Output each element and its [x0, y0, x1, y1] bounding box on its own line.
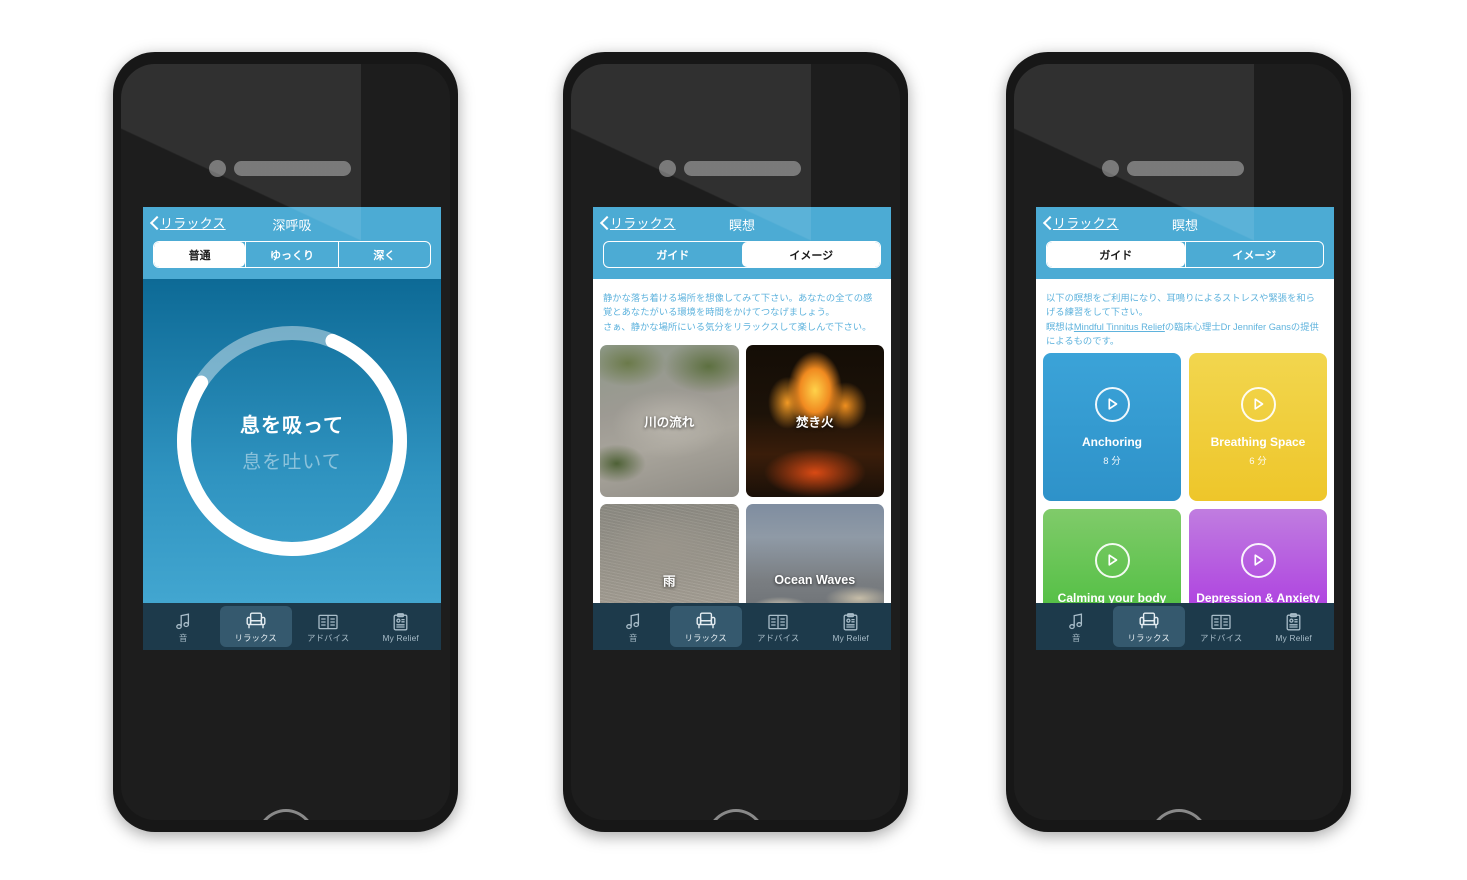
card-breathing-space[interactable]: Breathing Space 6 分 [1189, 353, 1327, 501]
tile-label: Ocean Waves [774, 573, 856, 587]
tab-relax-label: リラックス [1127, 632, 1170, 643]
tab-sounds[interactable]: 音 [597, 606, 670, 647]
card-duration: 6 分 [1249, 456, 1267, 468]
tile-river[interactable]: 川の流れ [600, 345, 739, 497]
bottom-tab-bar: 音 リラックス アドバイス My Relief [593, 603, 891, 650]
navigation-bar: リラックス 瞑想 ガイド イメージ [1036, 207, 1334, 279]
armchair-icon [696, 610, 716, 630]
description-text: 静かな落ち着ける場所を想像してみて下さい。あなたの全ての感覚とあなたがいる環境を… [593, 279, 891, 335]
play-icon [1094, 386, 1130, 422]
segment-normal[interactable]: 普通 [154, 242, 246, 267]
inhale-label: 息を吸って [240, 414, 344, 437]
tab-sounds[interactable]: 音 [147, 606, 220, 647]
clipboard-icon [393, 611, 408, 631]
tab-my-relief-label: My Relief [1275, 632, 1312, 643]
play-icon [1240, 386, 1276, 422]
breathing-canvas[interactable]: 息を吸って 息を吐いて [143, 279, 441, 603]
tile-label: 焚き火 [795, 415, 834, 430]
tile-label: 川の流れ [644, 415, 695, 430]
tile-label: 雨 [662, 574, 676, 589]
phone-meditation-images: リラックス 瞑想 ガイド イメージ 静かな落ち着ける場所を想像してみて下さい。あ… [563, 52, 908, 832]
page-title: 瞑想 [1171, 218, 1198, 233]
front-camera-icon [209, 160, 226, 177]
earpiece-speaker-icon [684, 161, 801, 176]
book-icon [768, 610, 788, 630]
tab-sounds[interactable]: 音 [1040, 606, 1113, 647]
segment-slow[interactable]: ゆっくり [245, 242, 337, 267]
navigation-bar: リラックス 深呼吸 普通 ゆっくり 深く [143, 207, 441, 279]
phone-body: リラックス 瞑想 ガイド イメージ 静かな落ち着ける場所を想像してみて下さい。あ… [571, 64, 900, 820]
music-note-icon [625, 610, 641, 630]
tab-relax[interactable]: リラックス [669, 606, 742, 647]
tab-my-relief[interactable]: My Relief [815, 606, 888, 647]
tile-campfire[interactable]: 焚き火 [745, 345, 884, 497]
tab-my-relief[interactable]: My Relief [365, 606, 438, 647]
bottom-tab-bar: 音 リラックス アドバイス My Relief [1036, 603, 1334, 650]
page-title: 深呼吸 [272, 218, 312, 233]
segment-image[interactable]: イメージ [741, 242, 880, 267]
segment-guide[interactable]: ガイド [604, 242, 742, 267]
phone-body: リラックス 深呼吸 普通 ゆっくり 深く 息を吸って 息を吐いて 音 リラックス… [121, 64, 450, 820]
earpiece-speaker-icon [234, 161, 351, 176]
phone-meditation-guide: リラックス 瞑想 ガイド イメージ 以下の瞑想をご利用になり、耳鳴りによるストレ… [1006, 52, 1351, 832]
bottom-tab-bar: 音 リラックス アドバイス My Relief [143, 603, 441, 650]
segmented-control-meditation-mode: ガイド イメージ [1046, 241, 1324, 268]
home-button[interactable] [704, 809, 767, 820]
tab-advice[interactable]: アドバイス [742, 606, 815, 647]
phone-deep-breathing: リラックス 深呼吸 普通 ゆっくり 深く 息を吸って 息を吐いて 音 リラックス… [113, 52, 458, 832]
home-button[interactable] [254, 809, 317, 820]
card-duration: 8 分 [1103, 456, 1121, 468]
breathing-instructions: 息を吸って 息を吐いて [169, 409, 416, 474]
home-button[interactable] [1147, 809, 1210, 820]
tab-advice[interactable]: アドバイス [292, 606, 365, 647]
music-note-icon [175, 610, 191, 630]
screenshot-stage: リラックス 深呼吸 普通 ゆっくり 深く 息を吸って 息を吐いて 音 リラックス… [0, 0, 1467, 880]
play-icon [1240, 542, 1276, 578]
armchair-icon [246, 610, 266, 630]
breathing-progress-ring: 息を吸って 息を吐いて [169, 318, 416, 565]
tab-advice-label: アドバイス [1200, 632, 1243, 643]
tab-sounds-label: 音 [179, 632, 188, 643]
tab-relax-label: リラックス [684, 632, 727, 643]
music-note-icon [1068, 610, 1084, 630]
card-title: Breathing Space [1210, 434, 1306, 449]
mindful-tinnitus-relief-link[interactable]: Mindful Tinnitus Relief [1074, 322, 1165, 332]
screen-meditation-images: リラックス 瞑想 ガイド イメージ 静かな落ち着ける場所を想像してみて下さい。あ… [593, 207, 891, 650]
tab-advice-label: アドバイス [307, 632, 350, 643]
segment-guide[interactable]: ガイド [1047, 242, 1185, 267]
front-camera-icon [659, 160, 676, 177]
tab-relax[interactable]: リラックス [1112, 606, 1185, 647]
front-camera-icon [1102, 160, 1119, 177]
exhale-label: 息を吐いて [242, 451, 342, 473]
tab-relax-label: リラックス [234, 632, 277, 643]
clipboard-icon [1286, 611, 1301, 631]
play-icon [1094, 542, 1130, 578]
book-icon [318, 610, 338, 630]
segment-image[interactable]: イメージ [1184, 242, 1324, 267]
tab-my-relief-label: My Relief [382, 632, 419, 643]
tab-my-relief[interactable]: My Relief [1258, 606, 1331, 647]
book-icon [1211, 610, 1231, 630]
tab-sounds-label: 音 [629, 632, 638, 643]
navigation-bar: リラックス 瞑想 ガイド イメージ [593, 207, 891, 279]
card-title: Anchoring [1082, 434, 1142, 449]
card-anchoring[interactable]: Anchoring 8 分 [1043, 353, 1181, 501]
earpiece-speaker-icon [1127, 161, 1244, 176]
screen-meditation-guide: リラックス 瞑想 ガイド イメージ 以下の瞑想をご利用になり、耳鳴りによるストレ… [1036, 207, 1334, 650]
armchair-icon [1139, 610, 1159, 630]
clipboard-icon [843, 611, 858, 631]
phone-body: リラックス 瞑想 ガイド イメージ 以下の瞑想をご利用になり、耳鳴りによるストレ… [1014, 64, 1343, 820]
segmented-control-meditation-mode: ガイド イメージ [603, 241, 881, 268]
tab-my-relief-label: My Relief [832, 632, 869, 643]
page-title: 瞑想 [728, 218, 755, 233]
screen-deep-breathing: リラックス 深呼吸 普通 ゆっくり 深く 息を吸って 息を吐いて 音 リラックス… [143, 207, 441, 650]
tab-advice-label: アドバイス [757, 632, 800, 643]
description-text: 以下の瞑想をご利用になり、耳鳴りによるストレスや緊張を和らげる練習をして下さい。… [1036, 279, 1334, 349]
tab-sounds-label: 音 [1072, 632, 1081, 643]
tab-relax[interactable]: リラックス [219, 606, 292, 647]
tab-advice[interactable]: アドバイス [1185, 606, 1258, 647]
segmented-control-breathing-pace: 普通 ゆっくり 深く [153, 241, 431, 268]
segment-deep[interactable]: 深く [337, 242, 430, 267]
